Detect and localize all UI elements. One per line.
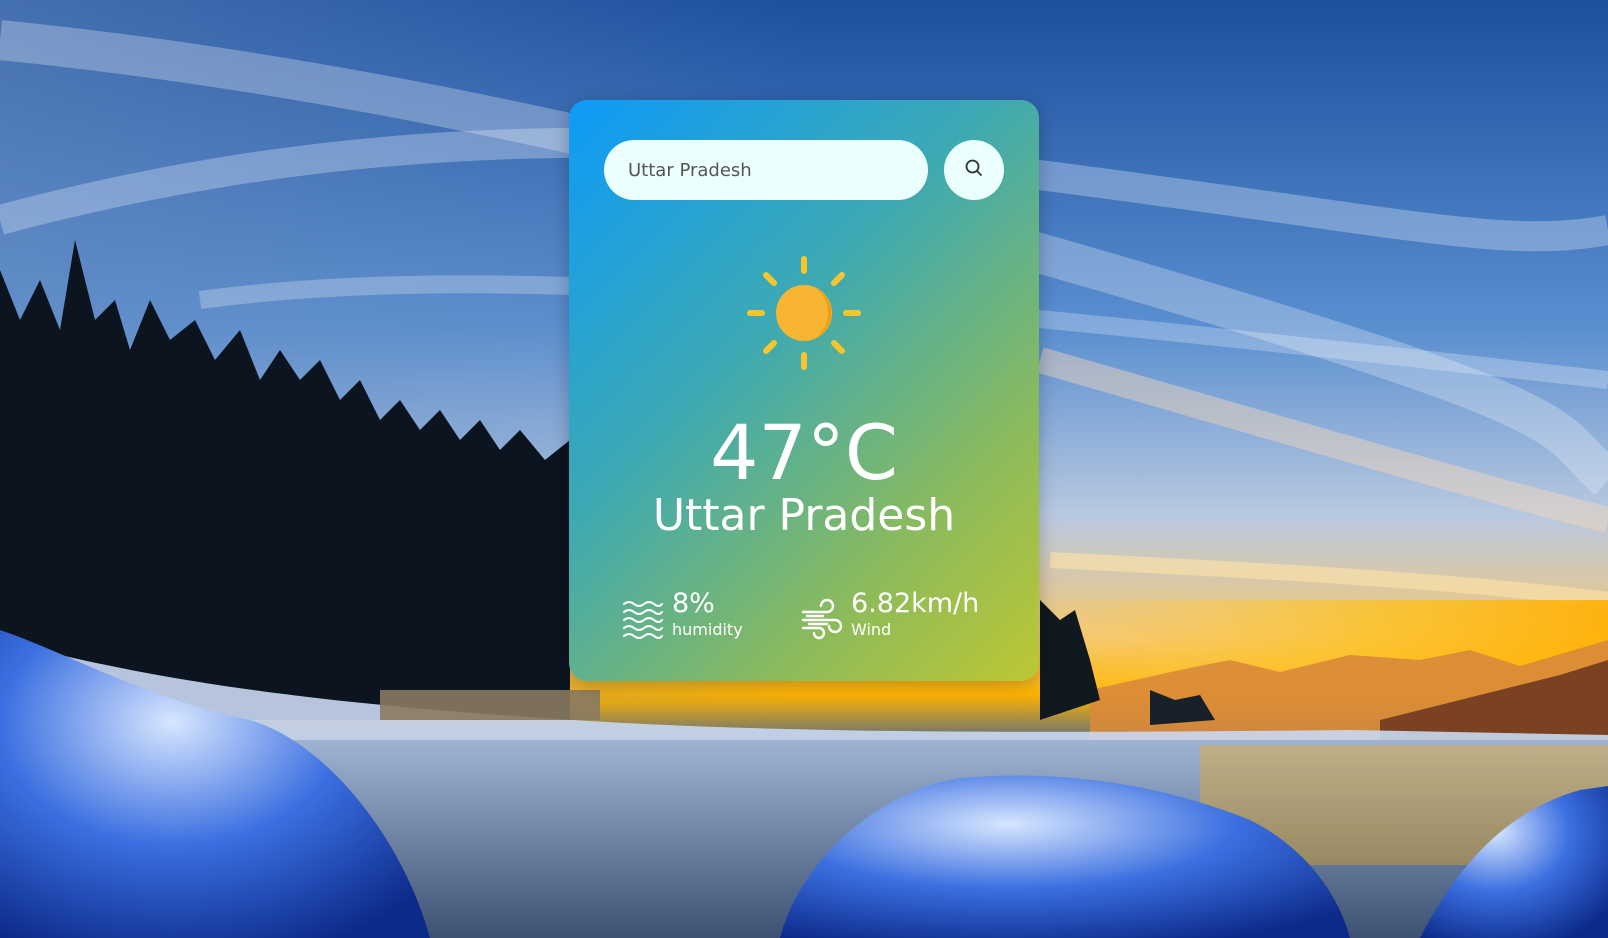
wind-label: Wind (851, 620, 892, 639)
search-icon (964, 158, 984, 182)
humidity-value: 8% (672, 588, 715, 619)
wind-icon (801, 598, 843, 640)
humidity-waves-icon (622, 598, 664, 640)
sun-icon (746, 255, 862, 371)
search-bar (604, 140, 1004, 200)
city-name: Uttar Pradesh (652, 490, 956, 541)
search-button[interactable] (944, 140, 1004, 200)
weather-card: 47°C Uttar Pradesh 8% humidity (569, 100, 1039, 681)
wind-value: 6.82km/h (851, 588, 980, 619)
city-search-input[interactable] (604, 140, 928, 200)
humidity-label: humidity (672, 620, 743, 639)
temperature: 47°C (710, 408, 898, 497)
